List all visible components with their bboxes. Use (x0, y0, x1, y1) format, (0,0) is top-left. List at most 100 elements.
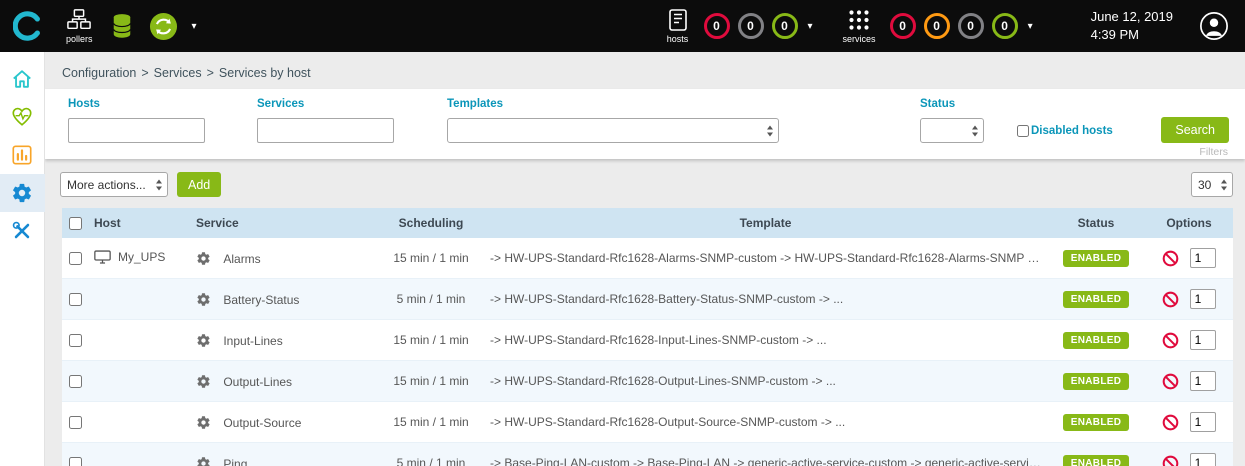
duplicate-count-input[interactable] (1190, 371, 1216, 391)
sidebar-item-administration[interactable] (0, 212, 45, 250)
hosts-down-counter[interactable]: 0 (704, 13, 730, 39)
sync-status-icon[interactable] (149, 12, 178, 41)
header-scheduling[interactable]: Scheduling (378, 208, 484, 238)
service-cell: Input-Lines (190, 320, 378, 361)
hosts-up-counter[interactable]: 0 (772, 13, 798, 39)
row-checkbox[interactable] (69, 375, 82, 388)
service-gear-icon[interactable] (196, 333, 211, 348)
scheduling-cell: 15 min / 1 min (378, 238, 484, 279)
disabled-hosts-checkbox[interactable] (1017, 125, 1029, 137)
disable-service-icon[interactable] (1162, 332, 1179, 349)
disable-service-icon[interactable] (1162, 291, 1179, 308)
hosts-unreachable-counter[interactable]: 0 (738, 13, 764, 39)
disable-service-icon[interactable] (1162, 414, 1179, 431)
row-checkbox-cell (62, 361, 88, 402)
service-gear-icon[interactable] (196, 415, 211, 430)
breadcrumb-services[interactable]: Services (154, 66, 202, 80)
duplicate-count-input[interactable] (1190, 412, 1216, 432)
header-template[interactable]: Template (484, 208, 1047, 238)
duplicate-count-input[interactable] (1190, 289, 1216, 309)
header-host[interactable]: Host (88, 208, 190, 238)
select-all-checkbox[interactable] (69, 217, 82, 230)
services-chevron-down-icon[interactable]: ▾ (1028, 21, 1033, 32)
status-filter-select[interactable] (920, 118, 984, 143)
table-row: My_UPS Alarms 15 min / 1 min -> HW-UPS-S… (62, 238, 1233, 279)
breadcrumb-services-by-host[interactable]: Services by host (219, 66, 311, 80)
service-name-link[interactable]: Input-Lines (223, 333, 282, 347)
disable-service-icon[interactable] (1162, 455, 1179, 466)
service-gear-icon[interactable] (196, 456, 211, 466)
header-service[interactable]: Service (190, 208, 378, 238)
scheduling-cell: 15 min / 1 min (378, 402, 484, 443)
host-cell (88, 443, 190, 466)
hosts-label: hosts (667, 34, 689, 44)
duplicate-count-input[interactable] (1190, 453, 1216, 466)
clock-date: June 12, 2019 (1091, 8, 1173, 26)
search-button[interactable]: Search (1161, 117, 1229, 143)
table-header-row: Host Service Scheduling Template Status … (62, 208, 1233, 238)
header-status[interactable]: Status (1047, 208, 1145, 238)
host-name-link[interactable]: My_UPS (118, 250, 165, 264)
row-checkbox[interactable] (69, 334, 82, 347)
poller-chevron-down-icon[interactable]: ▾ (192, 21, 197, 32)
hosts-icon (666, 8, 690, 32)
templates-filter-select[interactable] (447, 118, 779, 143)
service-name-link[interactable]: Battery-Status (223, 292, 299, 306)
template-cell: -> HW-UPS-Standard-Rfc1628-Alarms-SNMP-c… (484, 238, 1047, 279)
row-checkbox[interactable] (69, 457, 82, 466)
hosts-chevron-down-icon[interactable]: ▾ (808, 21, 813, 32)
services-menu[interactable]: services (843, 8, 876, 44)
status-badge: ENABLED (1063, 291, 1129, 308)
service-table-body: My_UPS Alarms 15 min / 1 min -> HW-UPS-S… (62, 238, 1233, 466)
duplicate-count-input[interactable] (1190, 330, 1216, 350)
sidebar-item-reporting[interactable] (0, 136, 45, 174)
services-filter-input[interactable] (257, 118, 394, 143)
service-name-link[interactable]: Output-Lines (223, 374, 292, 388)
services-table: Host Service Scheduling Template Status … (62, 208, 1233, 466)
services-unknown-counter[interactable]: 0 (958, 13, 984, 39)
service-gear-icon[interactable] (196, 374, 211, 389)
centreon-logo[interactable] (0, 11, 56, 41)
service-name-link[interactable]: Output-Source (223, 415, 301, 429)
service-cell: Output-Lines (190, 361, 378, 402)
database-status-icon[interactable] (111, 13, 133, 39)
sidebar-navigation (0, 52, 45, 466)
table-row: Battery-Status 5 min / 1 min -> HW-UPS-S… (62, 279, 1233, 320)
user-profile-button[interactable] (1199, 11, 1229, 41)
gear-icon (11, 182, 33, 204)
pollers-menu[interactable]: pollers (66, 8, 93, 44)
service-cell: Ping (190, 443, 378, 466)
service-name-link[interactable]: Ping (223, 456, 247, 466)
service-gear-icon[interactable] (196, 251, 211, 266)
scheduling-cell: 15 min / 1 min (378, 320, 484, 361)
breadcrumb-separator: > (207, 66, 214, 80)
sidebar-item-configuration[interactable] (0, 174, 45, 212)
row-checkbox[interactable] (69, 293, 82, 306)
sidebar-item-home[interactable] (0, 60, 45, 98)
duplicate-count-input[interactable] (1190, 248, 1216, 268)
host-cell (88, 361, 190, 402)
more-actions-select[interactable]: More actions... (60, 172, 168, 197)
hosts-menu[interactable]: hosts (666, 8, 690, 44)
add-button[interactable]: Add (177, 172, 221, 197)
user-icon (1199, 11, 1229, 41)
service-name-link[interactable]: Alarms (223, 251, 260, 265)
row-checkbox-cell (62, 238, 88, 279)
page-size-select[interactable]: 30 (1191, 172, 1233, 197)
services-ok-counter[interactable]: 0 (992, 13, 1018, 39)
sidebar-item-monitoring[interactable] (0, 98, 45, 136)
table-row: Output-Source 15 min / 1 min -> HW-UPS-S… (62, 402, 1233, 443)
service-gear-icon[interactable] (196, 292, 211, 307)
status-cell: ENABLED (1047, 320, 1145, 361)
disable-service-icon[interactable] (1162, 373, 1179, 390)
hosts-filter-input[interactable] (68, 118, 205, 143)
disable-service-icon[interactable] (1162, 250, 1179, 267)
services-critical-counter[interactable]: 0 (890, 13, 916, 39)
disabled-hosts-label[interactable]: Disabled hosts (1031, 125, 1113, 137)
services-warning-counter[interactable]: 0 (924, 13, 950, 39)
row-checkbox[interactable] (69, 416, 82, 429)
row-checkbox[interactable] (69, 252, 82, 265)
options-cell (1145, 320, 1233, 361)
breadcrumb-configuration[interactable]: Configuration (62, 66, 136, 80)
clock: June 12, 2019 4:39 PM (1091, 8, 1173, 44)
